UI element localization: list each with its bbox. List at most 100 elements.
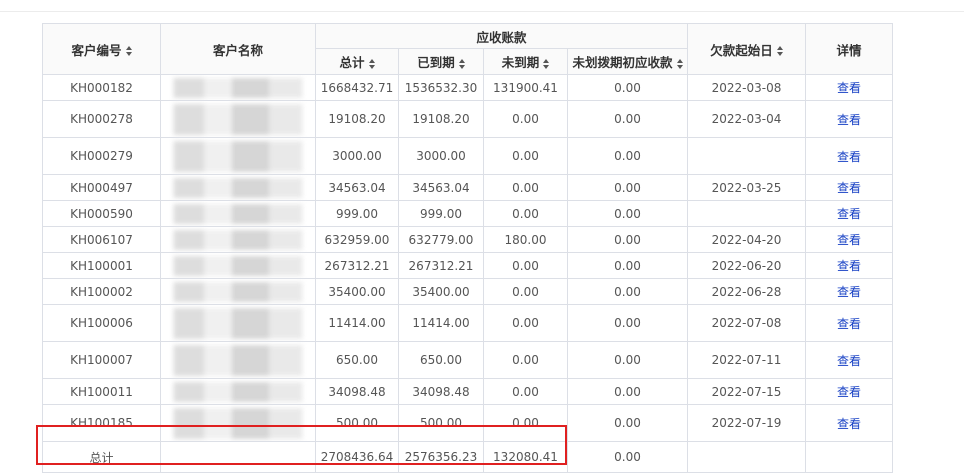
redacted-name	[161, 255, 315, 276]
detail-link[interactable]: 查看	[837, 81, 861, 95]
start-date-cell: 2022-03-04	[687, 100, 807, 138]
customer-name-cell	[160, 174, 316, 201]
sort-icon[interactable]	[125, 46, 132, 56]
detail-link[interactable]: 查看	[837, 317, 861, 331]
total-amount: 500.00	[336, 416, 378, 430]
total-amount-cell: 632959.00	[315, 226, 399, 253]
not-due-amount-cell: 0.00	[483, 304, 568, 342]
total-amount: 632959.00	[324, 232, 390, 247]
detail-link[interactable]: 查看	[837, 259, 861, 273]
detail-link[interactable]: 查看	[837, 207, 861, 221]
start-date: 2022-06-28	[711, 284, 782, 299]
detail-link[interactable]: 查看	[837, 417, 861, 431]
start-date-cell: 2022-07-08	[687, 304, 807, 342]
total-name-cell	[160, 441, 316, 473]
header-customer-code[interactable]: 客户编号	[42, 23, 161, 75]
customer-code: KH100002	[70, 284, 133, 299]
due-amount-cell: 34098.48	[398, 378, 484, 405]
detail-link-cell: 查看	[805, 226, 894, 253]
redacted-name	[161, 229, 315, 250]
sort-icon[interactable]	[458, 58, 465, 69]
header-group-receivables: 应收账款	[314, 23, 689, 49]
due-amount: 35400.00	[412, 284, 470, 299]
sort-icon[interactable]	[543, 58, 550, 69]
customer-code: KH000182	[70, 80, 133, 95]
customer-code: KH100185	[70, 416, 133, 430]
detail-link[interactable]: 查看	[837, 385, 861, 399]
unbilled-amount-cell: 0.00	[566, 137, 689, 175]
total-amount: 3000.00	[332, 149, 382, 163]
due-amount: 1536532.30	[404, 80, 478, 95]
unbilled-amount-cell: 0.00	[566, 74, 689, 101]
due-amount-cell: 1536532.30	[398, 74, 484, 101]
not-due-amount-cell: 0.00	[483, 174, 568, 201]
detail-link-cell: 查看	[805, 378, 894, 405]
total-amount: 35400.00	[328, 284, 386, 299]
table-row: KH000497 34563.04 34563.04 0.00 0.00 2022-03-…	[42, 174, 894, 201]
table-row: KH000182 1668432.71 1536532.30 131900.41 0.0…	[42, 74, 894, 101]
customer-code: KH100007	[70, 353, 133, 367]
redacted-name	[161, 103, 315, 135]
redacted-name	[161, 307, 315, 339]
customer-code: KH100001	[70, 258, 133, 273]
header-total[interactable]: 总计	[315, 48, 399, 75]
customer-code: KH100006	[70, 316, 133, 330]
due-amount-cell: 3000.00	[398, 137, 484, 175]
sort-icon[interactable]	[776, 46, 783, 56]
detail-link[interactable]: 查看	[837, 113, 861, 127]
not-due-amount-cell: 180.00	[483, 226, 568, 253]
total-amount: 650.00	[336, 353, 378, 367]
total-amount: 34098.48	[328, 384, 386, 399]
customer-name-cell	[160, 137, 316, 175]
customer-name-cell	[160, 200, 316, 227]
unbilled-amount-cell: 0.00	[566, 252, 689, 279]
detail-link-cell: 查看	[805, 74, 894, 101]
total-unbilled: 0.00	[566, 441, 689, 473]
sort-icon[interactable]	[368, 58, 375, 69]
table-row: KH100185 500.00 500.00 0.00 0.00 2022-07-19 查看	[42, 404, 894, 442]
header-start-date[interactable]: 欠款起始日	[687, 23, 807, 75]
receivables-table-container: 客户编号 客户名称 应收账款 欠款起始日 详情 总计 已到期 未到期 未划拨期初…	[42, 23, 894, 473]
due-amount-cell: 35400.00	[398, 278, 484, 305]
start-date: 2022-03-04	[711, 112, 782, 126]
start-date-cell: 2022-03-25	[687, 174, 807, 201]
start-date: 2022-07-19	[711, 416, 782, 430]
unbilled-amount-cell: 0.00	[566, 226, 689, 253]
total-detail-cell	[805, 441, 894, 473]
detail-link[interactable]: 查看	[837, 285, 861, 299]
start-date-cell	[687, 137, 807, 175]
unbilled-amount: 0.00	[614, 112, 641, 126]
detail-link[interactable]: 查看	[837, 354, 861, 368]
not-due-amount-cell: 0.00	[483, 404, 568, 442]
total-due: 2576356.23	[398, 441, 484, 473]
total-label: 总计	[42, 441, 161, 473]
detail-link[interactable]: 查看	[837, 181, 861, 195]
sort-icon[interactable]	[676, 58, 683, 69]
table-row: KH000278 19108.20 19108.20 0.00 0.00 2022-03-…	[42, 100, 894, 138]
table-row: KH100011 34098.48 34098.48 0.00 0.00 2022-07-…	[42, 378, 894, 405]
not-due-amount-cell: 0.00	[483, 252, 568, 279]
due-amount-cell: 11414.00	[398, 304, 484, 342]
not-due-amount: 0.00	[512, 284, 539, 299]
header-due[interactable]: 已到期	[398, 48, 484, 75]
customer-name-cell	[160, 278, 316, 305]
total-amount: 19108.20	[328, 112, 386, 126]
detail-link[interactable]: 查看	[837, 233, 861, 247]
header-detail: 详情	[805, 23, 894, 75]
unbilled-amount-cell: 0.00	[566, 378, 689, 405]
due-amount-cell: 267312.21	[398, 252, 484, 279]
customer-code: KH006107	[70, 232, 133, 247]
not-due-amount-cell: 0.00	[483, 341, 568, 379]
total-amount-cell: 3000.00	[315, 137, 399, 175]
customer-name-cell	[160, 304, 316, 342]
not-due-amount: 0.00	[512, 206, 539, 221]
detail-link[interactable]: 查看	[837, 150, 861, 164]
start-date-cell: 2022-07-11	[687, 341, 807, 379]
start-date-cell: 2022-07-19	[687, 404, 807, 442]
top-divider	[0, 11, 964, 12]
total-amount-cell: 11414.00	[315, 304, 399, 342]
not-due-amount: 0.00	[512, 258, 539, 273]
total-amount: 34563.04	[328, 180, 386, 195]
header-not-due[interactable]: 未到期	[483, 48, 568, 75]
header-unbilled[interactable]: 未划拨期初应收款	[566, 48, 689, 75]
